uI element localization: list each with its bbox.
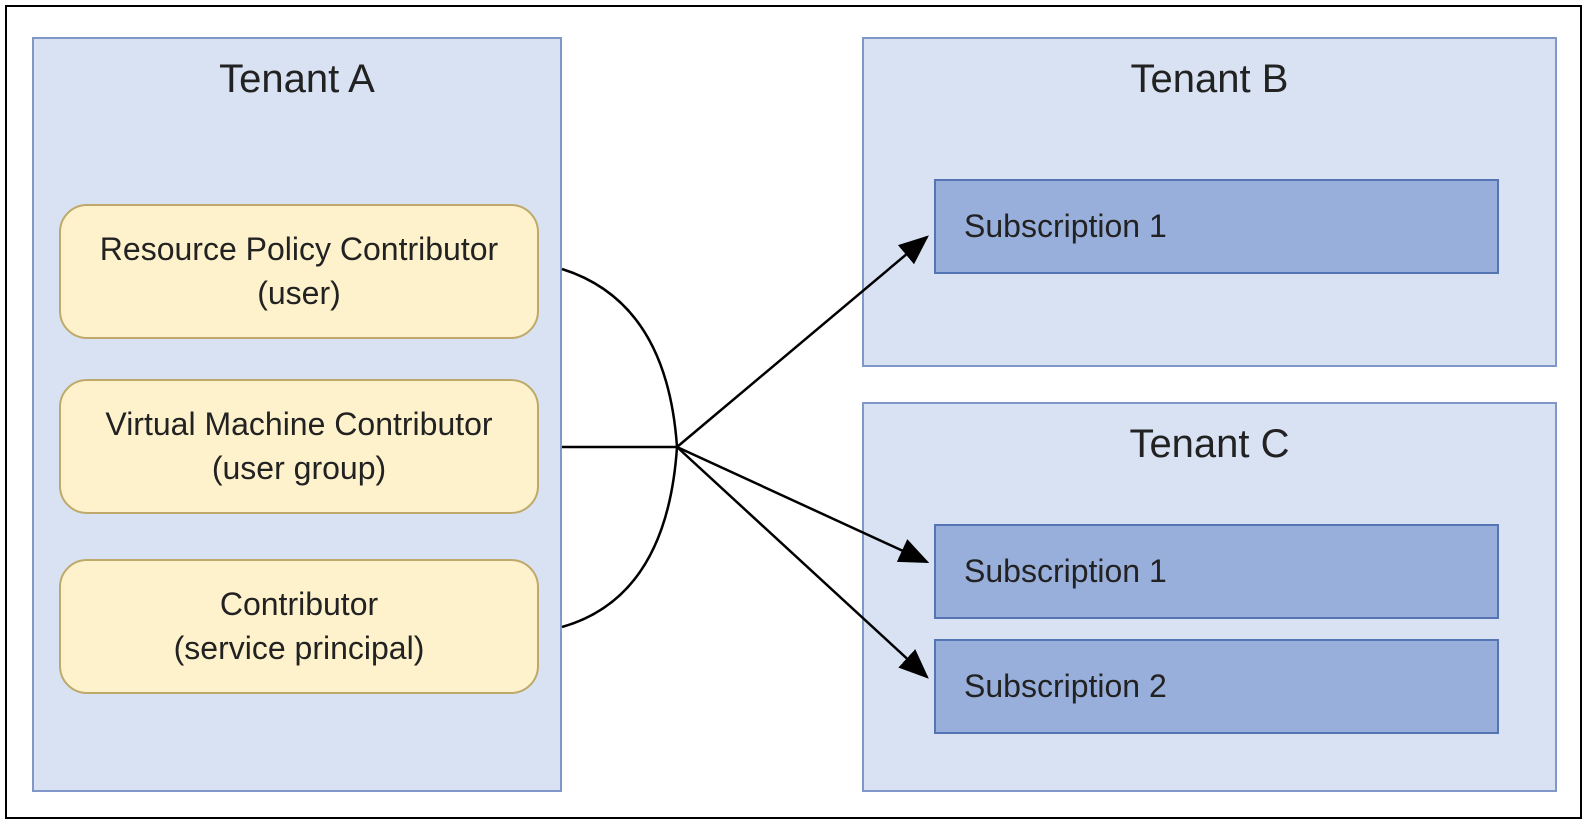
tenant-a-box: Tenant A Resource Policy Contributor (us… (32, 37, 562, 792)
tenant-b-subscription-1: Subscription 1 (934, 179, 1499, 274)
role-box-resource-policy-contributor: Resource Policy Contributor (user) (59, 204, 539, 339)
role-principal: (service principal) (174, 627, 425, 670)
role-name: Contributor (220, 583, 378, 626)
role-box-vm-contributor: Virtual Machine Contributor (user group) (59, 379, 539, 514)
tenant-c-box: Tenant C Subscription 1 Subscription 2 (862, 402, 1557, 792)
role-principal: (user group) (212, 447, 386, 490)
tenant-c-title: Tenant C (864, 404, 1555, 467)
subscription-label: Subscription 1 (964, 553, 1167, 590)
tenant-c-subscription-2: Subscription 2 (934, 639, 1499, 734)
tenant-a-title: Tenant A (34, 39, 560, 102)
diagram-frame: Tenant A Resource Policy Contributor (us… (5, 5, 1582, 819)
subscription-label: Subscription 2 (964, 668, 1167, 705)
tenant-c-subscription-1: Subscription 1 (934, 524, 1499, 619)
role-name: Resource Policy Contributor (100, 228, 498, 271)
tenant-b-title: Tenant B (864, 39, 1555, 102)
role-principal: (user) (257, 272, 341, 315)
tenant-b-box: Tenant B Subscription 1 (862, 37, 1557, 367)
role-box-contributor: Contributor (service principal) (59, 559, 539, 694)
subscription-label: Subscription 1 (964, 208, 1167, 245)
role-name: Virtual Machine Contributor (105, 403, 492, 446)
